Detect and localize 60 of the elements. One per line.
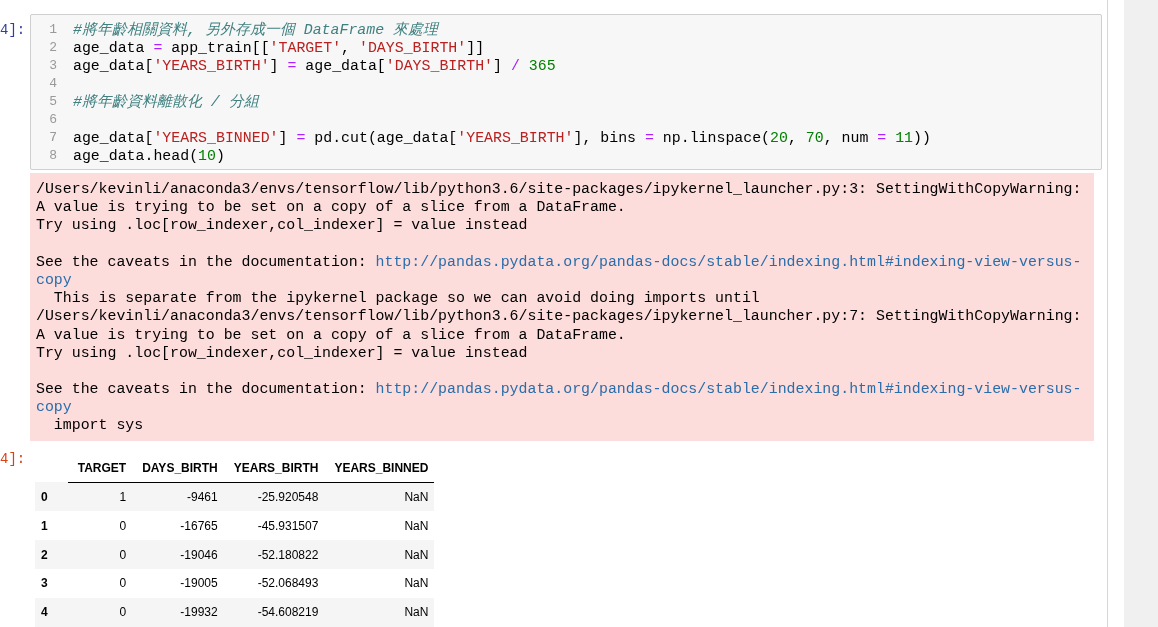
line-number: 5 <box>48 93 57 111</box>
table-cell: NaN <box>324 540 435 569</box>
line-number: 7 <box>48 129 57 147</box>
output-line: Try using .loc[row_indexer,col_indexer] = value instead <box>36 343 528 362</box>
table-cell: NaN <box>324 597 435 627</box>
table-cell: 0 <box>67 511 133 541</box>
line-number: 3 <box>48 57 57 75</box>
code-line: age_data = app_train[['TARGET', 'DAYS_BIRTH']] <box>73 39 485 57</box>
output-prompt: 4]: <box>0 449 27 467</box>
table-cell: -9461 <box>132 482 224 512</box>
output-line: A value is trying to be set on a copy of a slice from a DataFrame. <box>36 198 626 217</box>
code-line: #將年齡資料離散化 / 分組 <box>73 93 259 111</box>
table-cell: -25.920548 <box>223 482 325 512</box>
row-index: 0 <box>35 482 68 512</box>
column-header: YEARS_BIRTH <box>223 454 325 483</box>
line-number: 2 <box>48 39 57 57</box>
documentation-link[interactable]: http://pandas.pydata.org/pandas-docs/stable/indexing.html#indexing-view-versus- <box>375 380 1082 399</box>
output-line: /Users/kevinli/anaconda3/envs/tensorflow/lib/python3.6/site-packages/ipykernel_launcher.py:3: SettingWithCopyWarning: <box>36 180 1082 199</box>
table-cell: -19046 <box>132 540 224 569</box>
table-cell: NaN <box>324 569 435 598</box>
table-cell: -52.068493 <box>223 569 325 598</box>
code-line: age_data['YEARS_BIRTH'] = age_data['DAYS_BIRTH'] / 365 <box>73 57 556 75</box>
output-line: /Users/kevinli/anaconda3/envs/tensorflow/lib/python3.6/site-packages/ipykernel_launcher.py:7: SettingWithCopyWarning: <box>36 307 1082 326</box>
documentation-link[interactable]: http://pandas.pydata.org/pandas-docs/stable/indexing.html#indexing-view-versus- <box>375 252 1082 271</box>
table-cell: 0 <box>67 569 133 598</box>
line-number: 8 <box>48 147 57 165</box>
table-cell: -19932 <box>132 597 224 627</box>
column-header: YEARS_BINNED <box>324 454 435 483</box>
table-cell: 1 <box>67 482 133 512</box>
table-cell: -16765 <box>132 511 224 541</box>
output-line: See the caveats in the documentation: <box>36 380 368 399</box>
code-line: age_data.head(10) <box>73 147 225 165</box>
table-cell: -45.931507 <box>223 511 325 541</box>
table-cell: -54.608219 <box>223 597 325 627</box>
input-prompt: 4]: <box>0 21 27 38</box>
row-index: 2 <box>35 540 68 569</box>
row-index: 3 <box>35 569 68 598</box>
table-cell: 0 <box>67 597 133 627</box>
output-line: Try using .loc[row_indexer,col_indexer] = value instead <box>36 216 528 235</box>
table-cell: -19005 <box>132 569 224 598</box>
code-line: #將年齡相關資料, 另外存成一個 DataFrame 來處理 <box>73 21 439 39</box>
output-line: See the caveats in the documentation: <box>36 252 368 271</box>
column-header: TARGET <box>67 454 133 483</box>
code-line: age_data['YEARS_BINNED'] = pd.cut(age_data['YEARS_BIRTH'], bins = np.linspace(20, 70, num = 11)) <box>73 129 931 147</box>
table-cell: NaN <box>324 511 435 541</box>
column-header: DAYS_BIRTH <box>132 454 224 483</box>
row-index: 1 <box>35 511 68 541</box>
output-line: A value is trying to be set on a copy of a slice from a DataFrame. <box>36 325 626 344</box>
output-line: import sys <box>52 416 144 435</box>
table-cell: 0 <box>67 540 133 569</box>
line-number: 1 <box>48 21 57 39</box>
output-line: This is separate from the ipykernel package so we can avoid doing imports until <box>52 289 760 308</box>
documentation-link[interactable]: copy <box>36 398 72 417</box>
line-number: 6 <box>48 111 57 129</box>
table-cell: -52.180822 <box>223 540 325 569</box>
code-cell[interactable] <box>30 14 1102 170</box>
row-index: 4 <box>35 597 68 627</box>
documentation-link[interactable]: copy <box>36 270 72 290</box>
line-number: 4 <box>48 75 57 93</box>
table-cell: NaN <box>324 482 435 512</box>
